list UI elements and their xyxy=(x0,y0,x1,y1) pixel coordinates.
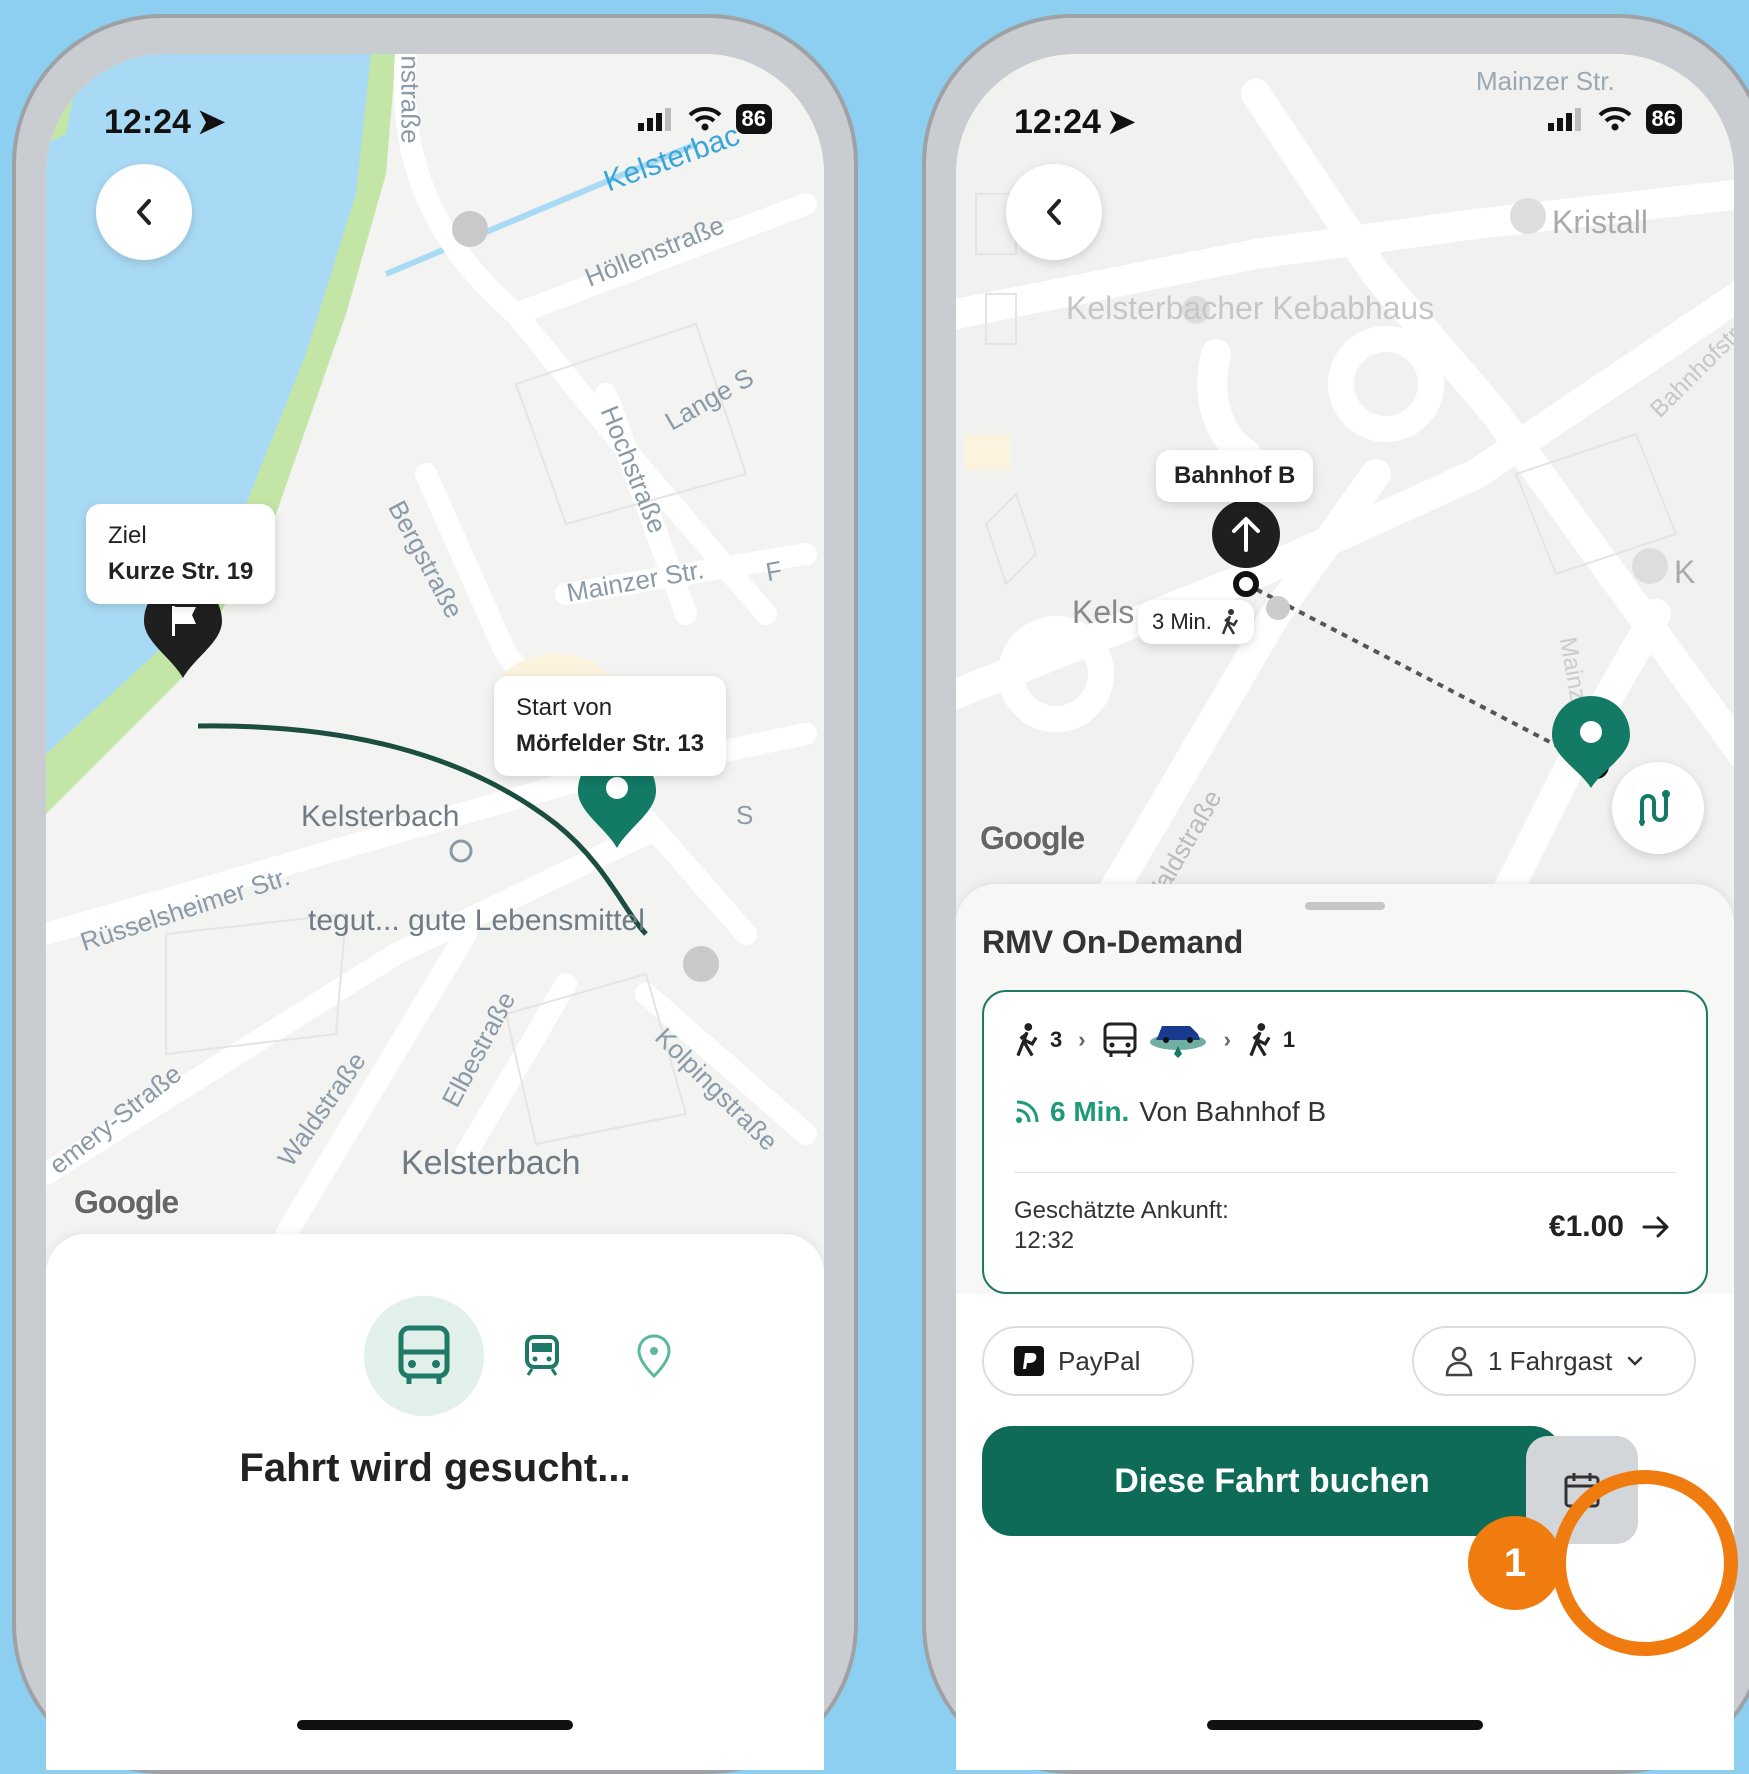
passenger-count: 1 Fahrgast xyxy=(1488,1345,1613,1376)
route-icon xyxy=(1639,790,1670,826)
payment-method-button[interactable]: PayPal xyxy=(982,1326,1194,1396)
status-time-2: 12:24 ➤ xyxy=(1014,103,1136,141)
battery-icon: 86 xyxy=(1645,104,1682,134)
origin-address: Mörfelder Str. 13 xyxy=(516,730,705,757)
service-title: RMV On-Demand xyxy=(982,924,1244,960)
status-bar: 12:24 ➤ 86 xyxy=(46,54,824,154)
bus-icon xyxy=(398,1325,450,1384)
destination-address: Kurze Str. 19 xyxy=(108,558,254,585)
system-icons: 86 xyxy=(637,104,772,134)
highlight-ring xyxy=(1552,1470,1738,1656)
origin-callout[interactable]: Start von Mörfelder Str. 13 xyxy=(494,676,727,776)
location-pin-icon xyxy=(637,1334,671,1378)
back-button[interactable] xyxy=(96,164,192,260)
walk-icon xyxy=(1016,1023,1038,1057)
card-divider xyxy=(1014,1172,1676,1173)
destination-callout[interactable]: Ziel Kurze Str. 19 xyxy=(86,504,276,604)
chevron-down-icon xyxy=(1628,1356,1643,1366)
walk-icon xyxy=(1249,1023,1271,1057)
stop-arrow-pin-icon[interactable] xyxy=(1210,498,1282,570)
eta-minutes: 6 Min. xyxy=(1050,1096,1130,1127)
walk-time-callout: 3 Min. xyxy=(1138,600,1254,644)
signal-icon xyxy=(1547,108,1581,131)
walk-start-minutes: 3 xyxy=(1050,1027,1063,1052)
map-label-k: K xyxy=(1674,554,1696,590)
back-button-2[interactable] xyxy=(1006,164,1102,260)
system-icons-2: 86 xyxy=(1547,104,1682,134)
train-icon xyxy=(525,1335,559,1376)
leg-separator-icon: › xyxy=(1223,1027,1231,1052)
stop-callout[interactable]: Bahnhof B xyxy=(1156,450,1314,502)
signal-icon xyxy=(637,108,671,131)
route-button[interactable] xyxy=(1612,762,1704,854)
sheet-grabber[interactable] xyxy=(1305,902,1385,910)
phone-frame-left: Kelsterbac Höllenstraße nstraße Lange S … xyxy=(12,14,858,1774)
price-display: €1.00 xyxy=(1549,1210,1670,1244)
on-demand-car-icon xyxy=(1149,1026,1206,1058)
wifi-icon xyxy=(688,107,721,131)
passenger-selector[interactable]: 1 Fahrgast xyxy=(1412,1326,1696,1396)
bus-icon xyxy=(1103,1022,1137,1057)
status-bar-2: 12:24 ➤ 86 xyxy=(956,54,1734,154)
current-location-pin-icon[interactable] xyxy=(1550,694,1632,790)
price-value: €1.00 xyxy=(1548,1210,1624,1243)
map-label-kelsterbach-station: Kelsterbach xyxy=(301,800,460,833)
walk-icon xyxy=(1221,609,1238,635)
origin-label: Start von xyxy=(516,694,613,721)
location-arrow-icon: ➤ xyxy=(1106,103,1136,141)
arrival-time: 12:32 xyxy=(1014,1227,1075,1254)
map-label-kebabhaus: Kelsterbacher Kebabhaus xyxy=(1066,290,1435,326)
google-logo-2: Google xyxy=(980,820,1085,856)
chevron-left-icon xyxy=(1047,199,1061,225)
realtime-icon xyxy=(1016,1100,1039,1123)
leg-separator-icon: › xyxy=(1078,1027,1086,1052)
map-label-kelsterbach-city: Kelsterbach xyxy=(401,1144,581,1182)
person-icon xyxy=(1445,1346,1473,1377)
mode-bus-button[interactable] xyxy=(364,1296,484,1416)
mode-location-button[interactable] xyxy=(624,1326,684,1386)
arrow-right-icon xyxy=(1642,1216,1669,1238)
arrival-info: Geschätzte Ankunft: 12:32 xyxy=(1014,1196,1229,1256)
trip-legs: 3 › › 1 xyxy=(1014,1020,1295,1060)
step-badge: 1 xyxy=(1468,1516,1562,1610)
arrival-label: Geschätzte Ankunft: xyxy=(1014,1197,1229,1224)
mode-train-button[interactable] xyxy=(512,1326,572,1386)
trip-option-card[interactable]: 3 › › 1 6 Min. Von Bahnhof B Geschätzte … xyxy=(982,990,1708,1294)
book-ride-button[interactable]: Diese Fahrt buchen xyxy=(982,1426,1562,1536)
searching-status: Fahrt wird gesucht... xyxy=(239,1446,631,1490)
location-arrow-icon: ➤ xyxy=(196,103,226,141)
payment-label: PayPal xyxy=(1058,1345,1141,1376)
map-label-kels: Kels xyxy=(1072,594,1135,630)
map-label-kristall: Kristall xyxy=(1552,204,1649,240)
home-indicator-2[interactable] xyxy=(1207,1720,1483,1730)
home-indicator[interactable] xyxy=(297,1720,573,1730)
search-sheet: Fahrt wird gesucht... xyxy=(46,1234,824,1770)
walk-end-minutes: 1 xyxy=(1282,1027,1296,1052)
departure-eta: 6 Min. Von Bahnhof B xyxy=(1014,1096,1326,1128)
map-label-tegut: tegut... gute Lebensmittel xyxy=(308,904,645,937)
walk-time: 3 Min. xyxy=(1152,609,1212,634)
chevron-left-icon xyxy=(137,199,151,225)
paypal-icon xyxy=(1014,1346,1044,1376)
eta-from-stop: Von Bahnhof B xyxy=(1139,1096,1327,1127)
destination-label: Ziel xyxy=(108,522,147,549)
battery-icon: 86 xyxy=(735,104,772,134)
screen-searching: Kelsterbac Höllenstraße nstraße Lange S … xyxy=(46,54,824,1770)
status-time: 12:24 ➤ xyxy=(104,103,226,141)
map-label-s: S xyxy=(736,800,754,830)
wifi-icon xyxy=(1598,107,1631,131)
google-logo: Google xyxy=(74,1184,179,1220)
